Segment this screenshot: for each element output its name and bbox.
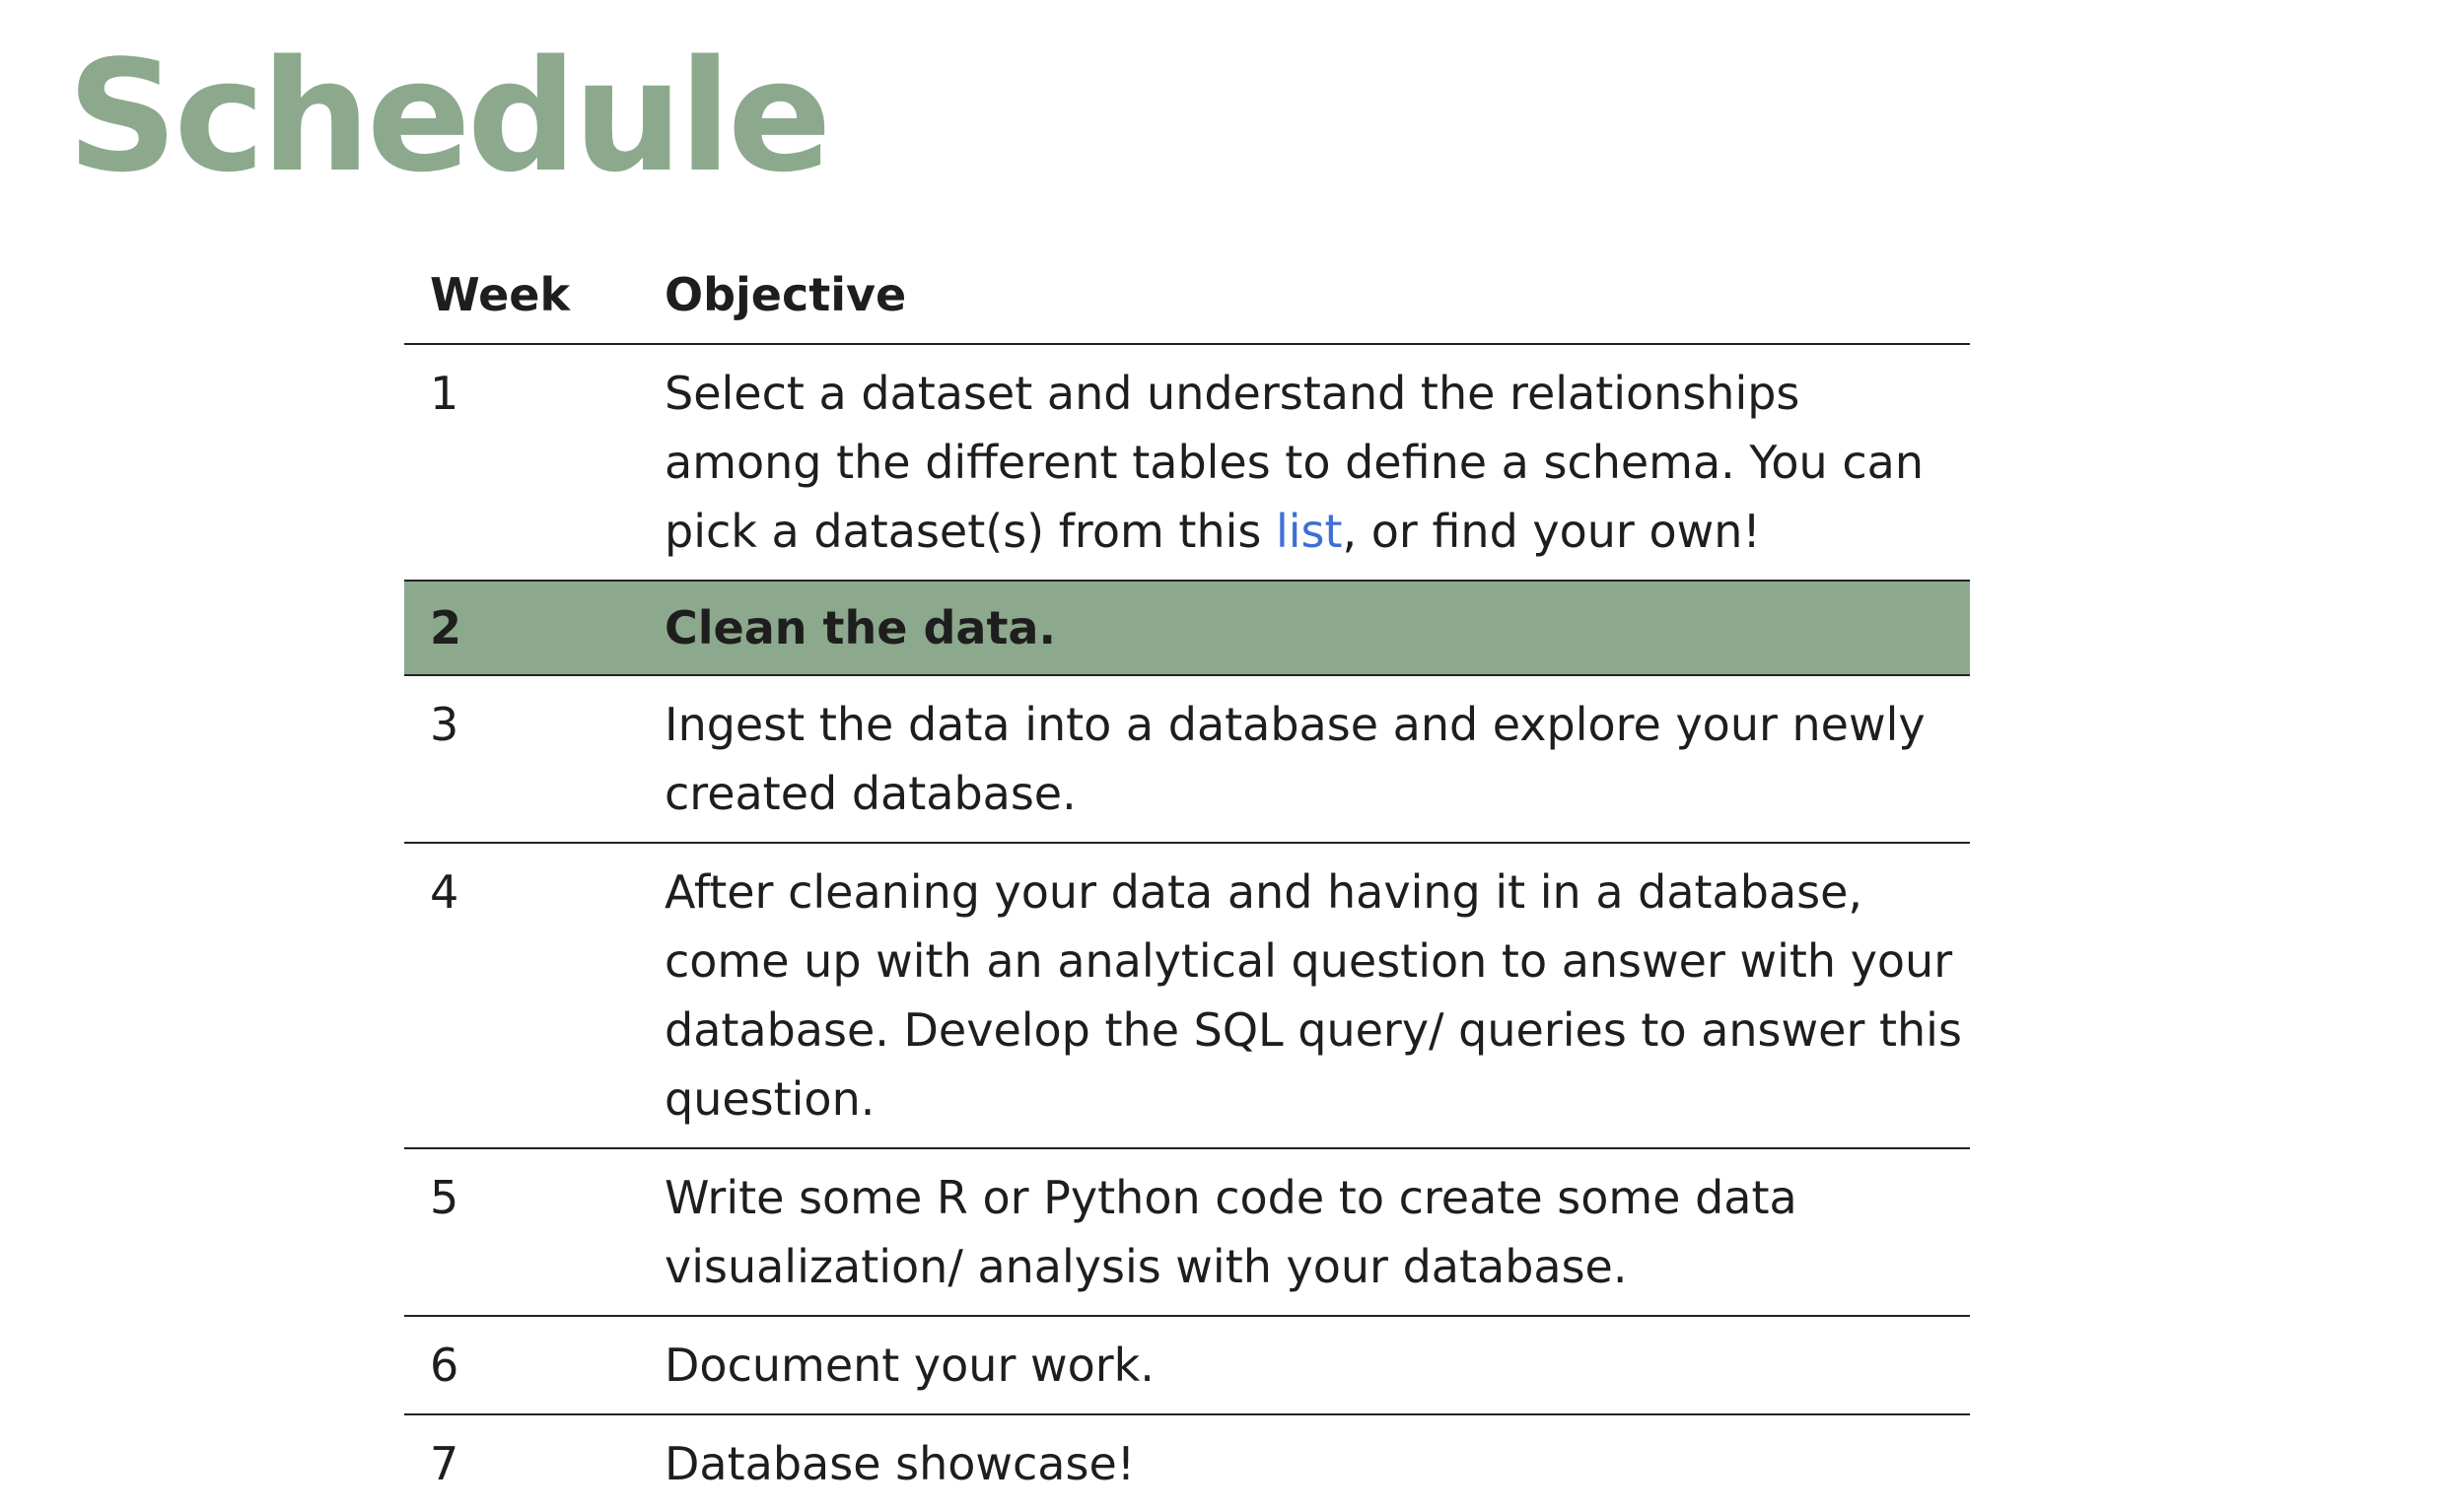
week-cell: 1	[430, 367, 459, 420]
dataset-list-link[interactable]: list	[1276, 505, 1343, 558]
table-row: 7 Database showcase!	[404, 1414, 1970, 1512]
objective-column-header: Objective	[665, 268, 907, 321]
table-row: 5 Write some R or Python code to create …	[404, 1148, 1970, 1316]
table-row-highlighted: 2 Clean the data.	[404, 581, 1970, 675]
week-cell: 5	[430, 1171, 459, 1224]
objective-cell: Database showcase!	[665, 1437, 1136, 1490]
table-row: 1 Select a dataset and understand the re…	[404, 344, 1970, 581]
week-cell: 2	[430, 601, 462, 654]
table-row: 4 After cleaning your data and having it…	[404, 843, 1970, 1148]
table-header-row: Week Objective	[404, 246, 1970, 344]
objective-cell: Document your work.	[665, 1339, 1155, 1392]
table-row: 6 Document your work.	[404, 1316, 1970, 1414]
week-cell: 7	[430, 1437, 459, 1490]
table-row: 3 Ingest the data into a database and ex…	[404, 675, 1970, 843]
page-title: Schedule	[67, 27, 832, 206]
week-column-header: Week	[430, 268, 571, 321]
objective-cell: Clean the data.	[665, 601, 1056, 654]
objective-cell: After cleaning your data and having it i…	[665, 865, 1962, 1126]
objective-cell: Write some R or Python code to create so…	[665, 1171, 1797, 1293]
objective-cell: Select a dataset and understand the rela…	[639, 344, 1970, 581]
objective-cell: Ingest the data into a database and expl…	[665, 698, 1926, 820]
week-cell: 6	[430, 1339, 459, 1392]
schedule-table: Week Objective 1 Select a dataset and un…	[404, 246, 1970, 1512]
objective-text: , or find your own!	[1342, 505, 1761, 558]
week-cell: 3	[430, 698, 459, 751]
week-cell: 4	[430, 865, 459, 919]
